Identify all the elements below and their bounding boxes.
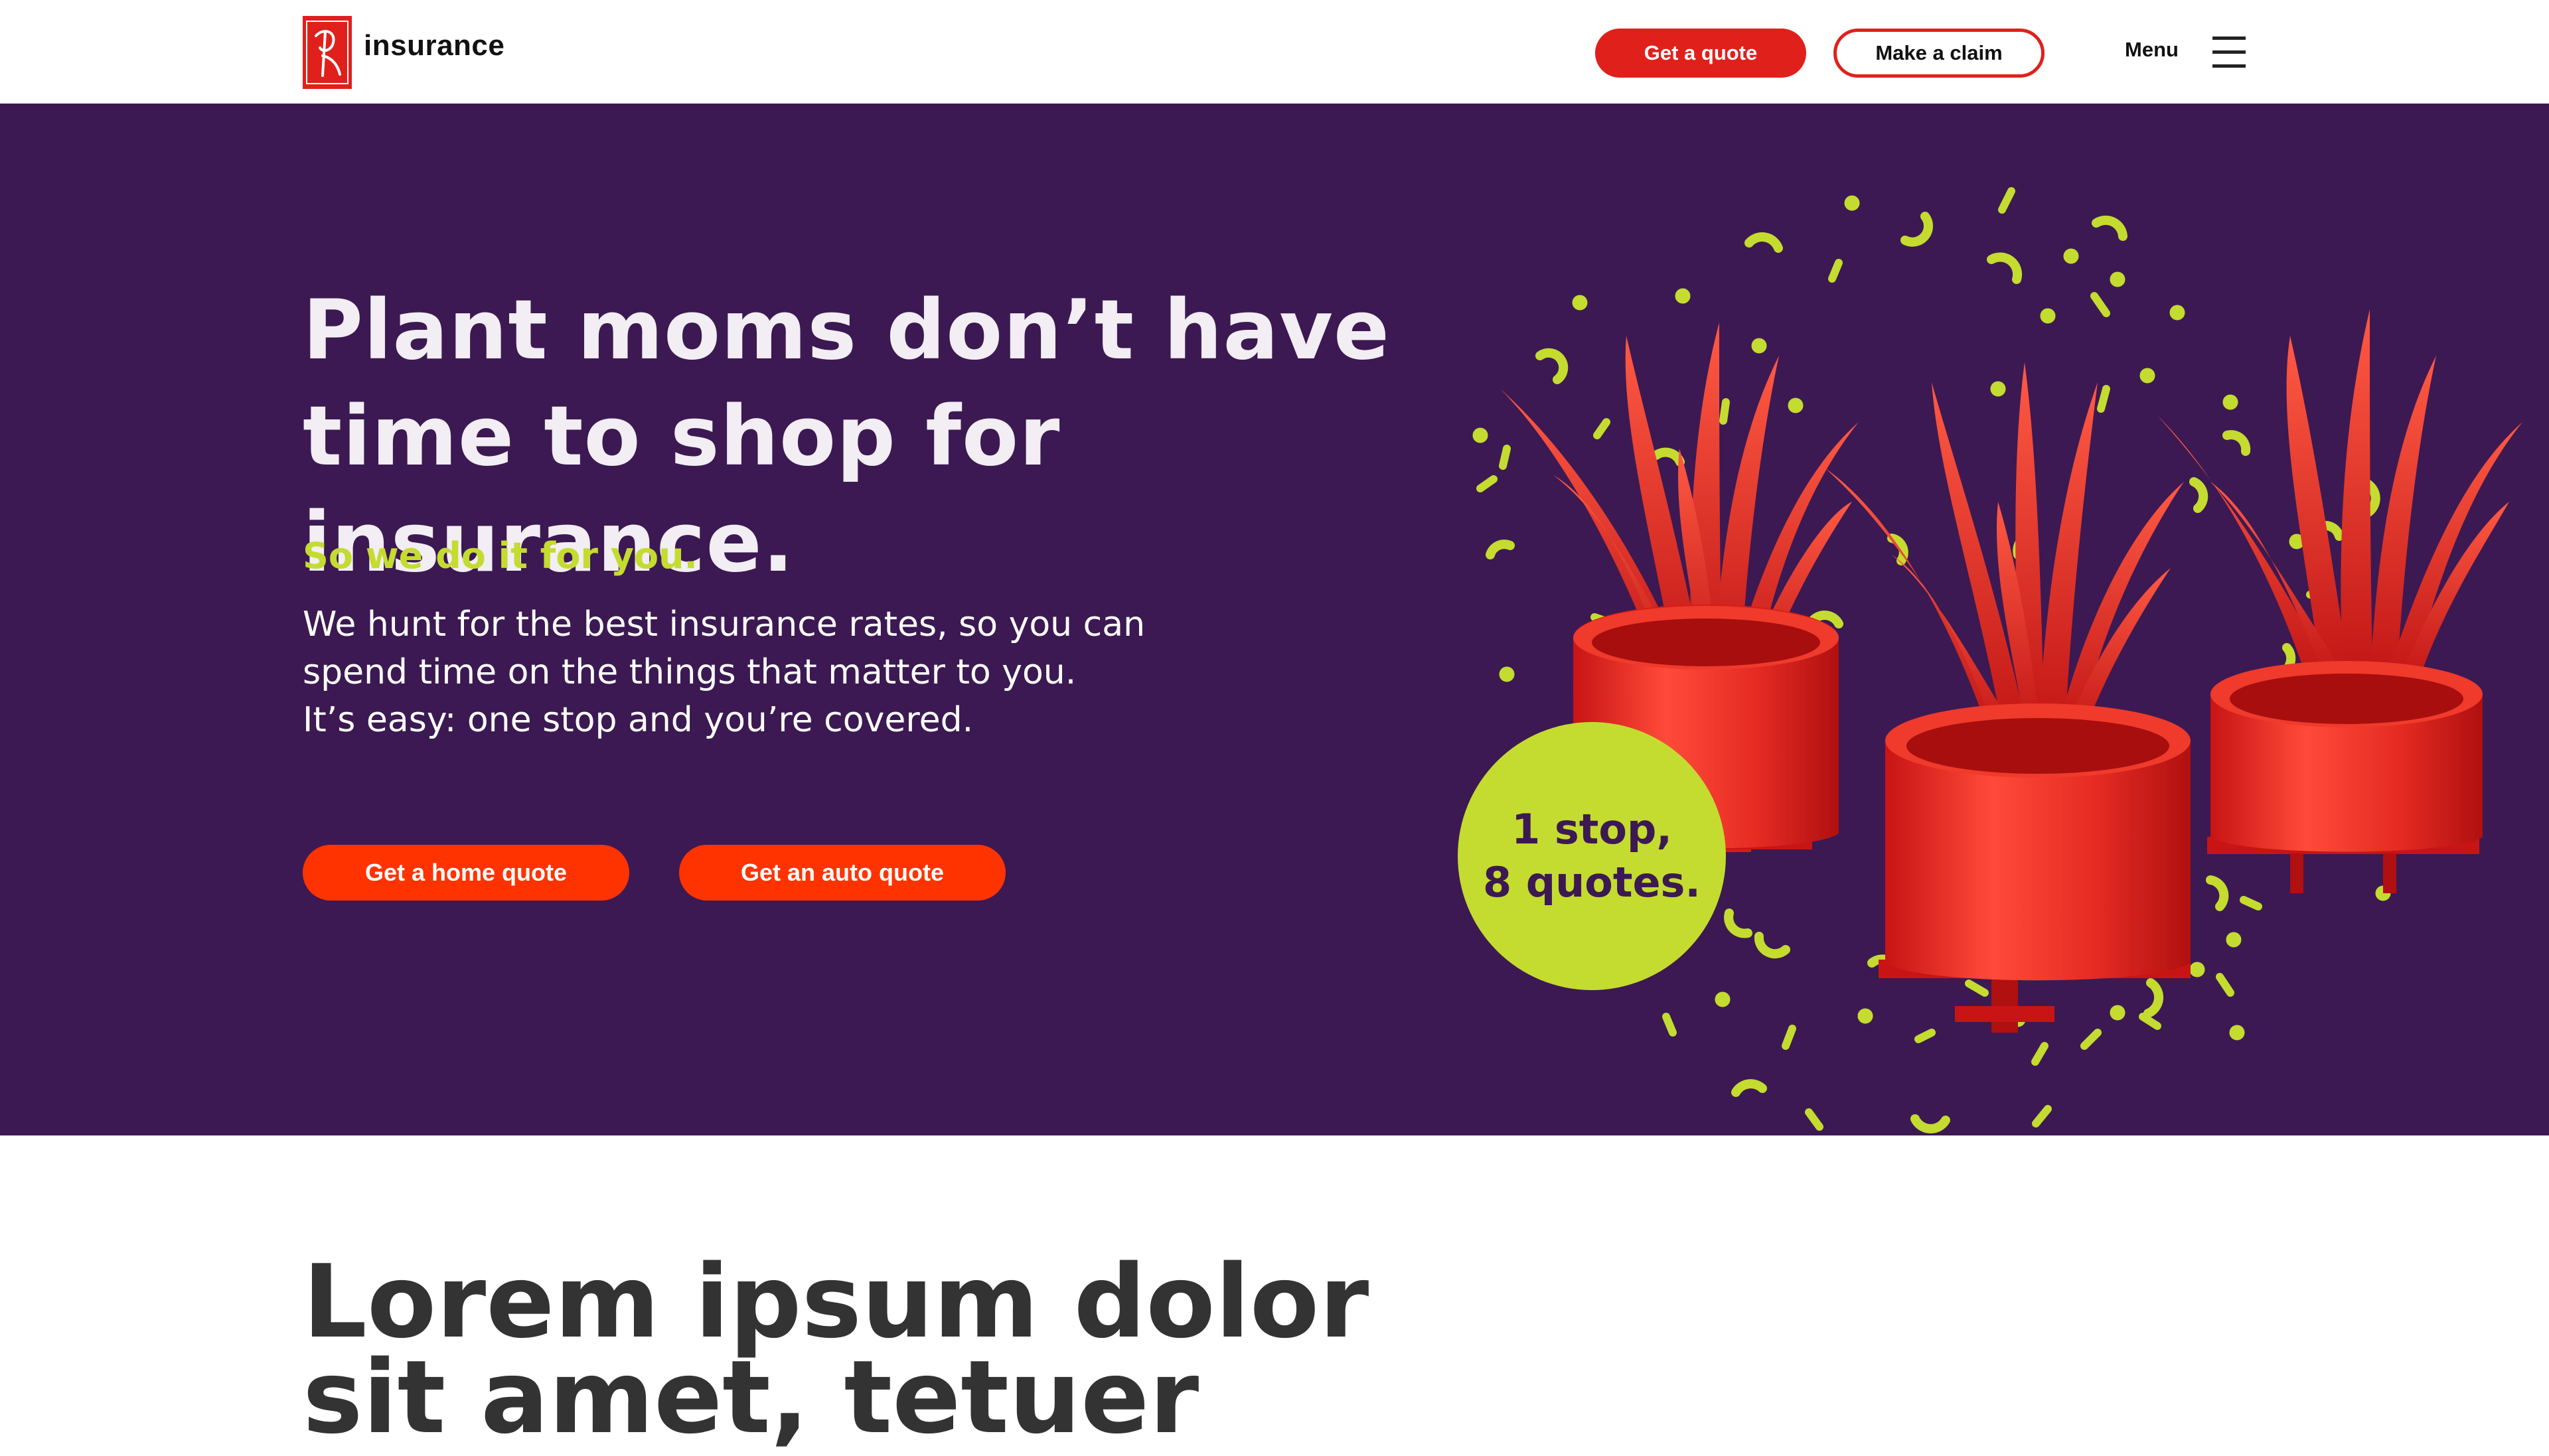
hero-section: Plant moms don’t have time to shop for i… bbox=[0, 104, 2549, 1135]
hero-body-line-2: spend time on the things that matter to … bbox=[303, 652, 1077, 692]
get-auto-quote-button[interactable]: Get an auto quote bbox=[679, 845, 1006, 901]
badge-line-1: 1 stop, bbox=[1511, 805, 1672, 853]
plant-center bbox=[1825, 362, 2191, 1033]
badge-line-2: 8 quotes. bbox=[1483, 858, 1701, 907]
hero-title-line-1: Plant moms don’t have bbox=[303, 283, 1391, 378]
menu-label[interactable]: Menu bbox=[2125, 38, 2179, 62]
plant-illustration bbox=[1472, 187, 2522, 1133]
section-title: Lorem ipsum dolor sit amet, tetuer bbox=[303, 1252, 1763, 1448]
make-claim-button[interactable]: Make a claim bbox=[1833, 29, 2045, 78]
get-quote-button[interactable]: Get a quote bbox=[1595, 29, 1806, 78]
section-title-line-2: sit amet, tetuer bbox=[303, 1339, 1199, 1456]
plant-right bbox=[2157, 309, 2522, 893]
brand-logo-icon[interactable] bbox=[303, 16, 352, 89]
brand-name[interactable]: insurance bbox=[364, 29, 504, 62]
site-header: insurance Get a quote Make a claim Menu bbox=[0, 0, 2549, 104]
hero-body-line-3: It’s easy: one stop and you’re covered. bbox=[303, 700, 974, 740]
get-home-quote-button[interactable]: Get a home quote bbox=[303, 845, 629, 901]
hero-body: We hunt for the best insurance rates, so… bbox=[303, 601, 1298, 744]
hero-subtitle: So we do it for you. bbox=[303, 535, 698, 577]
one-stop-badge: 1 stop, 8 quotes. bbox=[1458, 722, 1726, 990]
menu-hamburger-icon[interactable] bbox=[2212, 36, 2246, 68]
hero-body-line-1: We hunt for the best insurance rates, so… bbox=[303, 605, 1146, 644]
